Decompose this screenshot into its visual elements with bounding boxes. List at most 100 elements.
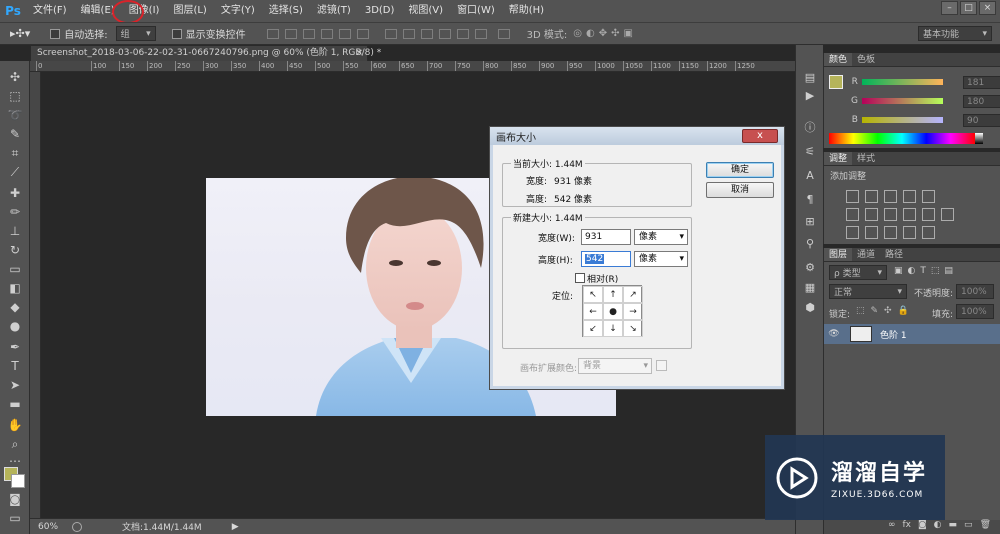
tab-color[interactable]: 颜色	[824, 53, 853, 66]
anchor-n-button[interactable]: ↑	[603, 286, 623, 303]
cancel-button[interactable]: 取消	[706, 182, 774, 198]
restore-button[interactable]: □	[960, 1, 977, 15]
shape-tool-icon[interactable]: ▬	[7, 396, 23, 412]
document-tab[interactable]: Screenshot_2018-03-06-22-02-31-066724079…	[30, 45, 381, 61]
fx-icon[interactable]: fx	[902, 520, 911, 534]
menu-help[interactable]: 帮助(H)	[502, 0, 551, 22]
anchor-center-button[interactable]: ●	[603, 303, 623, 320]
align-vcenter-icon[interactable]	[284, 28, 297, 39]
history-icon[interactable]: ▤	[802, 71, 818, 85]
relative-checkbox[interactable]	[575, 273, 585, 283]
auto-select-checkbox[interactable]	[50, 28, 61, 39]
slider-r[interactable]: R 181	[824, 74, 1000, 90]
photo-filter-icon[interactable]	[903, 208, 916, 221]
screen-mode-icon[interactable]: ▭	[7, 510, 23, 526]
distribute-top-icon[interactable]	[384, 28, 397, 39]
brush-tool-icon[interactable]: ✏	[7, 204, 23, 220]
anchor-s-button[interactable]: ↓	[603, 320, 623, 337]
slider-g-value[interactable]: 180	[963, 94, 1000, 108]
menu-type[interactable]: 文字(Y)	[214, 0, 262, 22]
close-tab-icon[interactable]: ×	[355, 46, 363, 61]
timeline-icon[interactable]: ⚙	[802, 261, 818, 275]
bw-icon[interactable]	[884, 208, 897, 221]
distribute-bottom-icon[interactable]	[420, 28, 433, 39]
align-top-icon[interactable]	[266, 28, 279, 39]
color-spectrum[interactable]	[829, 133, 975, 144]
slider-b-value[interactable]: 90	[963, 113, 1000, 127]
menu-3d[interactable]: 3D(D)	[358, 0, 402, 22]
slider-g[interactable]: G 180	[824, 93, 1000, 109]
ok-button[interactable]: 确定	[706, 162, 774, 178]
layer-name[interactable]: 色阶 1	[880, 328, 907, 341]
hand-tool-icon[interactable]: ✋	[7, 417, 23, 433]
dodge-tool-icon[interactable]: ●	[7, 318, 23, 334]
path-select-tool-icon[interactable]: ➤	[7, 377, 23, 393]
anchor-e-button[interactable]: →	[623, 303, 643, 320]
marquee-tool-icon[interactable]: ⬚	[7, 88, 23, 104]
move-tool-icon[interactable]: ✣	[7, 69, 23, 85]
menu-file[interactable]: 文件(F)	[26, 0, 74, 22]
distribute-left-icon[interactable]	[438, 28, 451, 39]
selective-icon[interactable]	[903, 226, 916, 239]
paragraph-icon[interactable]: ¶	[802, 193, 818, 207]
zoom-level[interactable]: 60%	[38, 522, 68, 532]
fill-field[interactable]: 100%	[956, 304, 994, 319]
anchor-se-button[interactable]: ↘	[623, 320, 643, 337]
distribute-vcenter-icon[interactable]	[402, 28, 415, 39]
brightness-icon[interactable]	[846, 190, 859, 203]
exposure-icon[interactable]	[903, 190, 916, 203]
measurement-icon[interactable]: ▦	[802, 281, 818, 295]
threshold-icon[interactable]	[884, 226, 897, 239]
tab-paths[interactable]: 路径	[880, 248, 908, 261]
menu-layer[interactable]: 图层(L)	[166, 0, 213, 22]
auto-align-icon[interactable]	[497, 28, 510, 39]
mask-icon[interactable]: ◙	[918, 520, 927, 534]
blur-tool-icon[interactable]: ◆	[7, 299, 23, 315]
tab-channels[interactable]: 通道	[852, 248, 880, 261]
ext-color-swatch[interactable]	[656, 360, 667, 371]
hue-icon[interactable]	[846, 208, 859, 221]
lookup-icon[interactable]	[941, 208, 954, 221]
align-left-icon[interactable]	[320, 28, 333, 39]
menu-filter[interactable]: 滤镜(T)	[310, 0, 358, 22]
close-button[interactable]: ×	[979, 1, 996, 15]
workspace-dropdown[interactable]: 基本功能 ▾	[918, 26, 992, 41]
quick-select-tool-icon[interactable]: ✎	[7, 126, 23, 142]
menu-view[interactable]: 视图(V)	[401, 0, 450, 22]
slider-r-value[interactable]: 181	[963, 75, 1000, 89]
lock-icons[interactable]: ⬚✎✣🔒	[856, 306, 915, 316]
layer-filter-dropdown[interactable]: ρ 类型 ▾	[829, 265, 887, 280]
height-unit-select[interactable]: 像素 ▾	[634, 251, 688, 267]
layer-row[interactable]: 👁 色阶 1	[824, 324, 1000, 344]
distribute-right-icon[interactable]	[474, 28, 487, 39]
type-tool-icon[interactable]: T	[7, 358, 23, 374]
levels-icon[interactable]	[865, 190, 878, 203]
anchor-nw-button[interactable]: ↖	[583, 286, 603, 303]
character-icon[interactable]: A	[802, 169, 818, 183]
dialog-close-button[interactable]: x	[742, 129, 778, 143]
ext-color-select[interactable]: 背景 ▾	[578, 358, 652, 374]
minimize-button[interactable]: –	[941, 1, 958, 15]
anchor-ne-button[interactable]: ↗	[623, 286, 643, 303]
tab-adjustments[interactable]: 调整	[824, 152, 853, 165]
info-icon[interactable]: ⓘ	[802, 121, 818, 135]
align-hcenter-icon[interactable]	[338, 28, 351, 39]
mixer-icon[interactable]	[922, 208, 935, 221]
tab-styles[interactable]: 样式	[852, 152, 880, 165]
eraser-tool-icon[interactable]: ▭	[7, 261, 23, 277]
status-menu-icon[interactable]: ▶	[232, 522, 239, 532]
gradient-tool-icon[interactable]: ◧	[7, 280, 23, 296]
posterize-icon[interactable]	[865, 226, 878, 239]
3d-icon[interactable]: ⬢	[802, 301, 818, 315]
trash-icon[interactable]: 🗑	[980, 520, 991, 534]
folder-icon[interactable]: ▬	[949, 520, 958, 534]
clone-source-icon[interactable]: ⊞	[802, 215, 818, 229]
vibrance-icon[interactable]	[922, 190, 935, 203]
play-icon[interactable]: ▶	[802, 89, 818, 103]
balance-icon[interactable]	[865, 208, 878, 221]
anchor-w-button[interactable]: ←	[583, 303, 603, 320]
new-layer-icon[interactable]: ▭	[964, 520, 973, 534]
curves-icon[interactable]	[884, 190, 897, 203]
eyedropper-tool-icon[interactable]: ⟋	[7, 164, 23, 180]
move-tool-icon[interactable]: ▸✣▾	[10, 27, 30, 40]
